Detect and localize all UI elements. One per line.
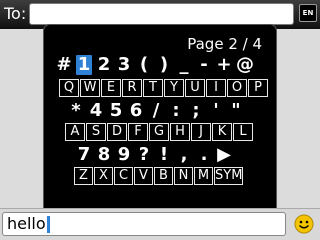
symbol-key[interactable]: 9 [116, 145, 132, 165]
keyboard-key[interactable]: U [185, 79, 205, 97]
keyboard-key[interactable]: Z [74, 167, 93, 185]
symbol-key[interactable]: _ [176, 55, 192, 75]
symbol-key[interactable]: : [168, 101, 184, 121]
keyboard-key[interactable]: O [227, 79, 247, 97]
symbol-key[interactable]: # [56, 55, 72, 75]
to-label: To: [4, 4, 27, 23]
symbol-key[interactable]: ' [208, 101, 224, 121]
keyboard-key[interactable]: K [212, 123, 232, 141]
keyboard-key[interactable]: L [233, 123, 253, 141]
symbol-key[interactable]: 5 [108, 101, 124, 121]
symbol-key-selected[interactable]: 1 [76, 55, 92, 75]
symbol-key[interactable]: 4 [88, 101, 104, 121]
keyboard-key[interactable]: X [94, 167, 113, 185]
symbol-key[interactable]: , [176, 145, 192, 165]
keyboard-key[interactable]: Y [164, 79, 184, 97]
symbol-key[interactable]: " [228, 101, 244, 121]
keyboard-key[interactable]: G [149, 123, 169, 141]
language-badge[interactable]: EN [299, 4, 317, 22]
keyboard-key[interactable]: J [191, 123, 211, 141]
keyboard-key[interactable]: F [128, 123, 148, 141]
page-indicator: Page 2 / 4 [187, 35, 262, 53]
symbol-key[interactable]: 8 [96, 145, 112, 165]
keyboard-key[interactable]: H [170, 123, 190, 141]
symbol-key[interactable]: ; [188, 101, 204, 121]
sym-key[interactable]: SYM [214, 167, 243, 185]
keyboard-key[interactable]: A [65, 123, 85, 141]
symbol-key[interactable]: 2 [96, 55, 112, 75]
keyboard-key[interactable]: R [122, 79, 142, 97]
keyboard-key[interactable]: D [107, 123, 127, 141]
symbol-popup: Page 2 / 4 #1 2 3() _ - + @ QWERTYUIOP * 4 5 6/:;… [43, 24, 277, 214]
symbol-key[interactable]: ) [156, 55, 172, 75]
keyboard-key[interactable]: W [80, 79, 100, 97]
to-recipient-input[interactable] [29, 3, 294, 25]
compose-input[interactable]: hello [2, 212, 286, 236]
keyboard-key[interactable]: V [134, 167, 153, 185]
keyboard-key[interactable]: Q [59, 79, 79, 97]
keyboard-key[interactable]: C [114, 167, 133, 185]
text-cursor [47, 216, 50, 233]
compose-text: hello [7, 214, 46, 233]
keyboard-key[interactable]: E [101, 79, 121, 97]
keyboard-key[interactable]: P [248, 79, 268, 97]
keyboard-key[interactable]: T [143, 79, 163, 97]
symbol-key[interactable]: 6 [128, 101, 144, 121]
symbol-key[interactable]: + [216, 55, 232, 75]
smiley-face-icon[interactable] [294, 214, 314, 234]
symbol-key[interactable]: 7 [76, 145, 92, 165]
symbol-key[interactable]: 3 [116, 55, 132, 75]
symbol-key[interactable]: / [148, 101, 164, 121]
symbol-key[interactable]: ? [136, 145, 152, 165]
symbol-key[interactable]: ! [156, 145, 172, 165]
keyboard-key[interactable]: N [174, 167, 193, 185]
keyboard-key[interactable]: S [86, 123, 106, 141]
symbol-key[interactable]: ▶ [216, 145, 232, 165]
symbol-key[interactable]: * [68, 101, 84, 121]
keyboard-key[interactable]: B [154, 167, 173, 185]
symbol-key[interactable]: @ [236, 55, 254, 75]
symbol-key[interactable]: . [196, 145, 212, 165]
keyboard-key[interactable]: I [206, 79, 226, 97]
symbol-key[interactable]: - [196, 55, 212, 75]
symbol-key[interactable]: ( [136, 55, 152, 75]
keyboard-key[interactable]: M [194, 167, 213, 185]
compose-bar: hello [0, 208, 320, 240]
